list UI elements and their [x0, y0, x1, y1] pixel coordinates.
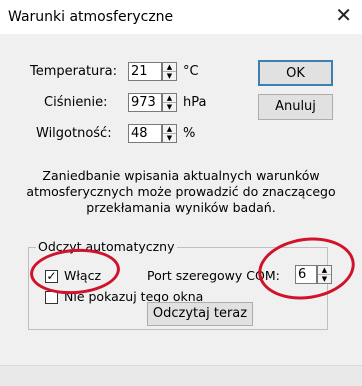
auto-read-group-label: Odczyt automatyczny	[36, 239, 177, 254]
pressure-label: Ciśnienie:	[44, 95, 108, 110]
humidity-input[interactable]: 48	[128, 124, 162, 143]
checkmark-icon: ✓	[46, 269, 57, 283]
pressure-spinner[interactable]: ▲ ▼	[162, 93, 177, 112]
window-title: Warunki atmosferyczne	[8, 9, 174, 25]
spin-up-icon[interactable]: ▲	[163, 94, 176, 103]
temperature-unit: °C	[183, 64, 199, 79]
port-label: Port szeregowy COM:	[147, 268, 280, 283]
spin-down-icon[interactable]: ▼	[163, 103, 176, 111]
temperature-label: Temperatura:	[30, 64, 117, 79]
port-spinner[interactable]: ▲ ▼	[317, 265, 332, 284]
spin-down-icon[interactable]: ▼	[163, 134, 176, 142]
ok-button[interactable]: OK	[258, 60, 333, 86]
warning-message: Zaniedbanie wpisania aktualnych warunków…	[26, 168, 336, 215]
cancel-button[interactable]: Anuluj	[258, 94, 333, 120]
port-input[interactable]: 6	[295, 265, 317, 284]
pressure-input[interactable]: 973	[128, 93, 162, 112]
close-icon[interactable]: ✕	[335, 5, 352, 25]
read-now-button[interactable]: Odczytaj teraz	[147, 302, 253, 326]
enable-checkbox[interactable]: ✓	[45, 270, 58, 283]
humidity-spinner[interactable]: ▲ ▼	[162, 124, 177, 143]
enable-label[interactable]: Włącz	[64, 268, 101, 283]
humidity-label: Wilgotność:	[36, 126, 112, 141]
pressure-unit: hPa	[183, 95, 207, 110]
spin-down-icon[interactable]: ▼	[163, 72, 176, 80]
hide-window-checkbox[interactable]	[45, 291, 58, 304]
spin-up-icon[interactable]: ▲	[163, 125, 176, 134]
spin-down-icon[interactable]: ▼	[318, 275, 331, 283]
spin-up-icon[interactable]: ▲	[318, 266, 331, 275]
bottom-strip	[0, 365, 362, 386]
title-bar: Warunki atmosferyczne ✕	[0, 0, 362, 34]
temperature-input[interactable]: 21	[128, 62, 162, 81]
spin-up-icon[interactable]: ▲	[163, 63, 176, 72]
temperature-spinner[interactable]: ▲ ▼	[162, 62, 177, 81]
humidity-unit: %	[183, 126, 196, 141]
